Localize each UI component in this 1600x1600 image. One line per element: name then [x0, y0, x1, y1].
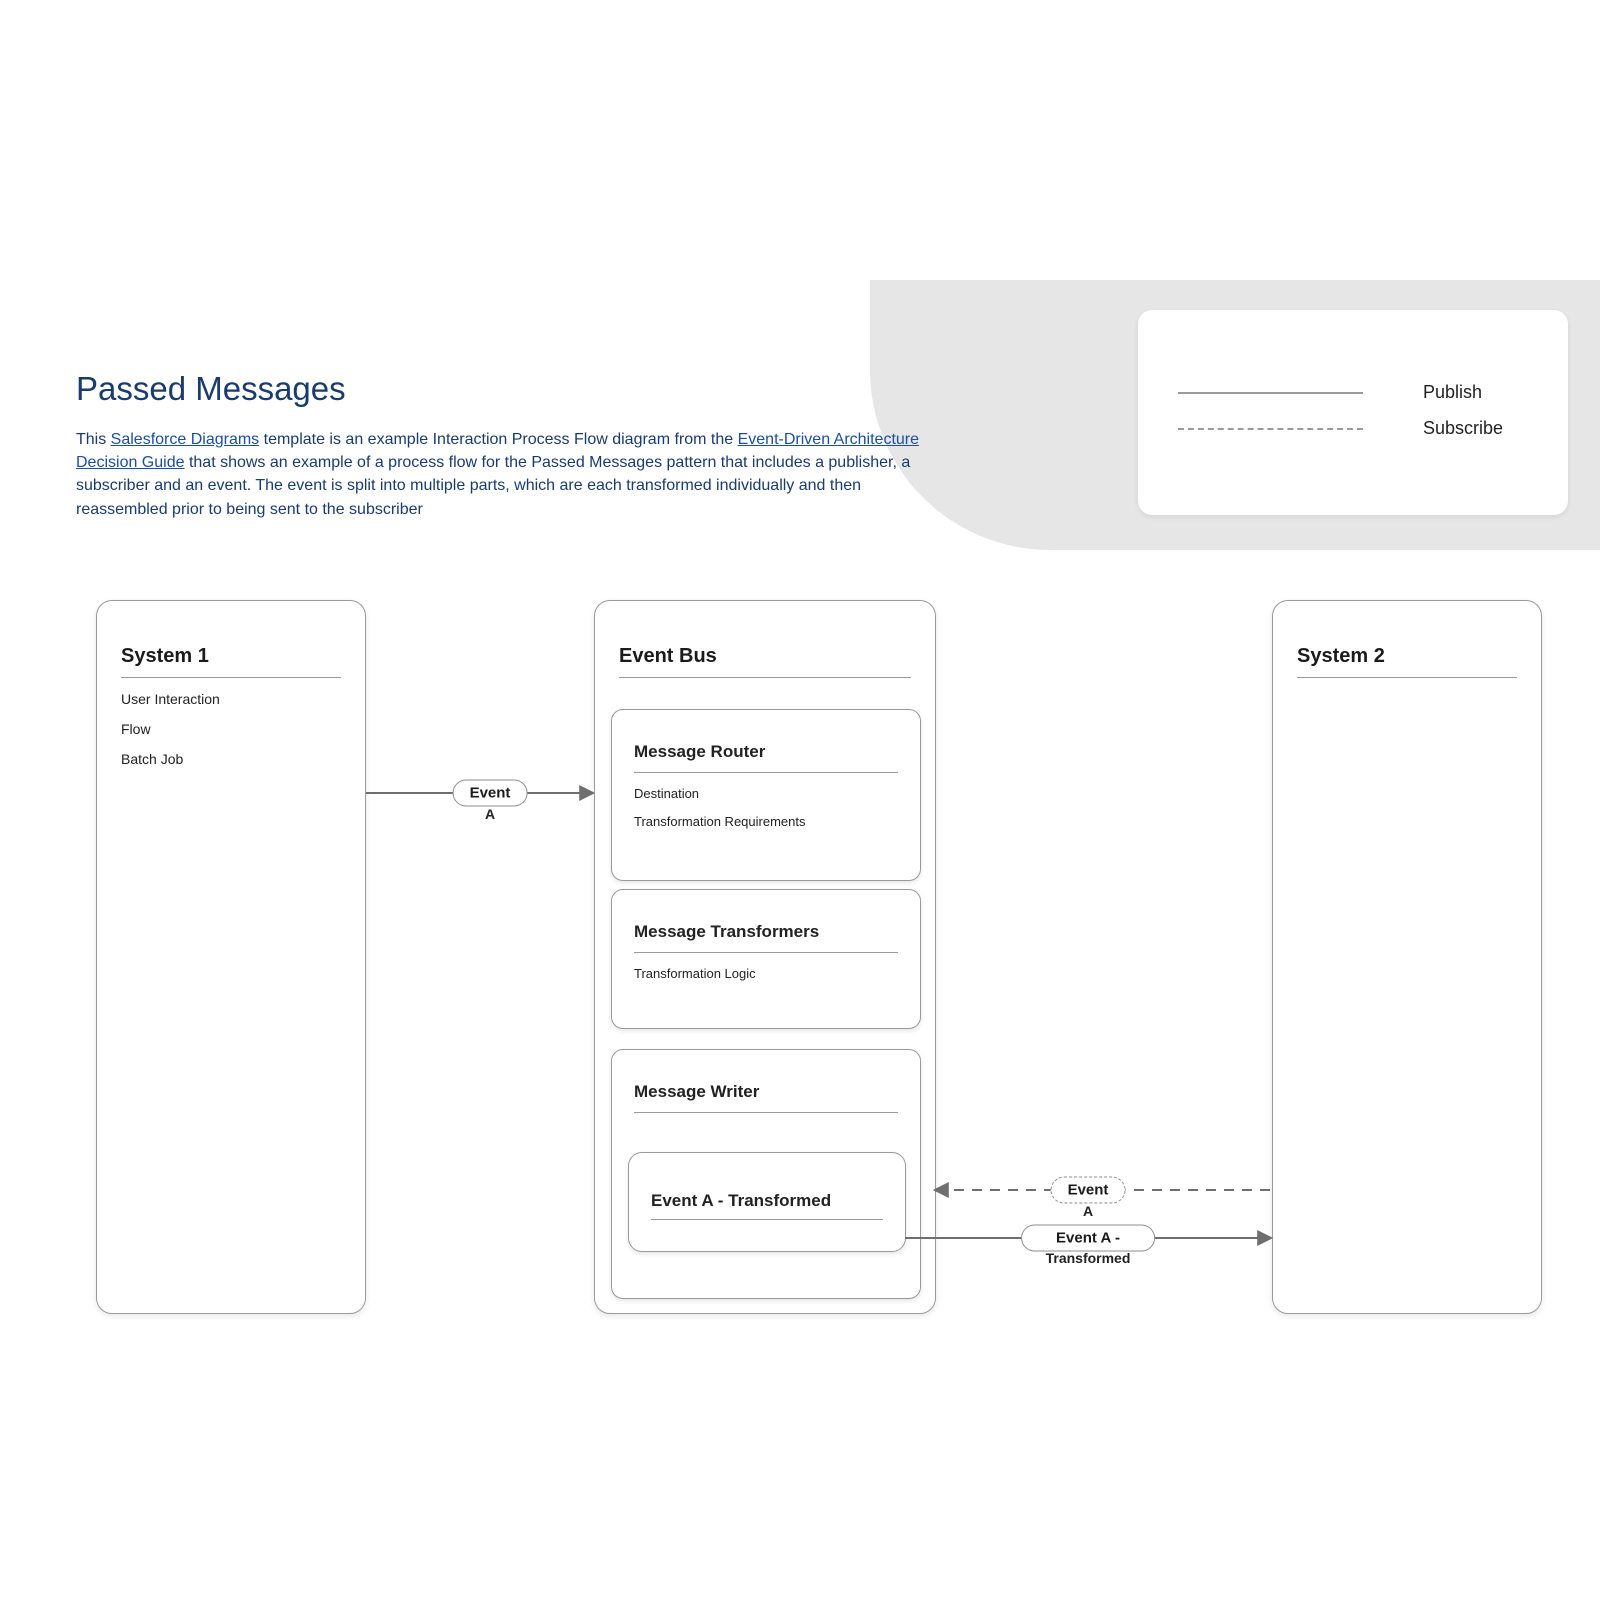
event-a-subscribe-pill: Event: [1051, 1177, 1126, 1204]
box-divider: [634, 1112, 898, 1113]
desc-text: that shows an example of a process flow …: [76, 454, 910, 517]
box-title-router: Message Router: [634, 742, 765, 762]
legend-subscribe-label: Subscribe: [1423, 418, 1503, 439]
system1-item: Flow: [121, 721, 151, 737]
event-a-transformed-sub: Transformed: [1046, 1250, 1131, 1266]
lane-system-1: System 1 User Interaction Flow Batch Job: [96, 600, 366, 1314]
box-divider: [634, 772, 898, 773]
lane-divider: [121, 677, 341, 678]
lane-title-event-bus: Event Bus: [619, 645, 717, 668]
box-message-transformers: Message Transformers Transformation Logi…: [611, 889, 921, 1029]
legend-publish-line: [1178, 392, 1363, 394]
box-title-writer: Message Writer: [634, 1082, 759, 1102]
desc-text: This: [76, 431, 111, 448]
event-a-transformed-pill: Event A -: [1021, 1225, 1155, 1252]
event-a-sub: A: [485, 806, 495, 822]
router-item: Transformation Requirements: [634, 814, 805, 829]
legend-card: Publish Subscribe: [1138, 310, 1568, 515]
lane-title-system-2: System 2: [1297, 645, 1385, 668]
legend-subscribe-line: [1178, 428, 1363, 430]
link-salesforce-diagrams[interactable]: Salesforce Diagrams: [111, 431, 260, 448]
box-message-router: Message Router Destination Transformatio…: [611, 709, 921, 881]
box-title-transformers: Message Transformers: [634, 922, 819, 942]
lane-divider: [1297, 677, 1517, 678]
system1-item: Batch Job: [121, 751, 183, 767]
box-message-writer: Message Writer Event A - Transformed: [611, 1049, 921, 1299]
page-description: This Salesforce Diagrams template is an …: [76, 428, 926, 521]
box-event-a-transformed: Event A - Transformed: [628, 1152, 906, 1252]
lane-divider: [619, 677, 911, 678]
box-divider: [634, 952, 898, 953]
system1-item: User Interaction: [121, 691, 220, 707]
event-a-subscribe-sub: A: [1083, 1203, 1093, 1219]
box-divider: [651, 1219, 883, 1220]
page-title: Passed Messages: [76, 370, 346, 408]
lane-event-bus: Event Bus Message Router Destination Tra…: [594, 600, 936, 1314]
router-item: Destination: [634, 786, 699, 801]
event-transformed-title: Event A - Transformed: [651, 1191, 831, 1211]
lane-title-system-1: System 1: [121, 645, 209, 668]
desc-text: template is an example Interaction Proce…: [259, 431, 737, 448]
lane-system-2: System 2: [1272, 600, 1542, 1314]
event-a-pill: Event: [453, 780, 528, 807]
transformers-item: Transformation Logic: [634, 966, 756, 981]
legend-publish-label: Publish: [1423, 382, 1482, 403]
